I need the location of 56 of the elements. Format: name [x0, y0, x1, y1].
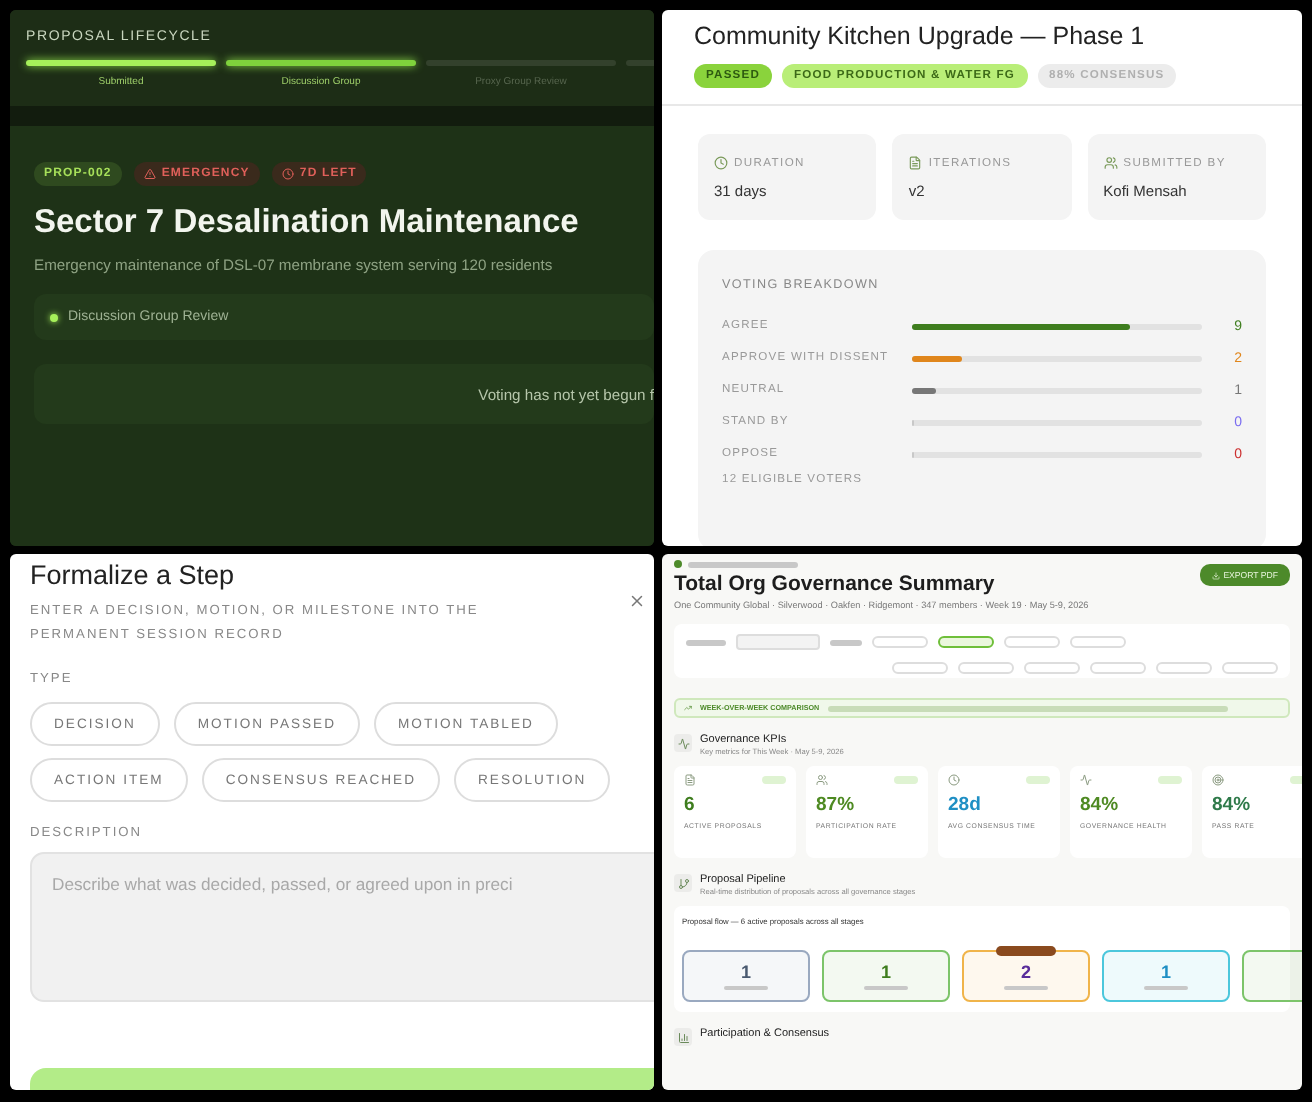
- report-title: Total Org Governance Summary: [674, 572, 997, 596]
- text-line-mark: [688, 561, 798, 567]
- close-button[interactable]: [628, 592, 646, 610]
- close-icon: [628, 592, 646, 610]
- section-icon: [674, 734, 692, 752]
- change-badge: [1026, 776, 1050, 784]
- trend-icon: [684, 704, 692, 712]
- text-line-mark: [864, 986, 908, 990]
- text-line-mark: [1004, 986, 1048, 990]
- category-pill[interactable]: [1090, 662, 1146, 674]
- proposal-title: Community Kitchen Upgrade — Phase 1: [694, 22, 1147, 50]
- text-line-mark: [830, 639, 862, 645]
- change-badge: [1158, 776, 1182, 784]
- category-pill[interactable]: [1156, 662, 1212, 674]
- status-dot: [674, 560, 682, 568]
- kpi-value: 84%: [1080, 794, 1121, 816]
- text-line-mark: [724, 986, 768, 990]
- warning-icon: [143, 168, 156, 180]
- stage-count: 1: [880, 962, 891, 982]
- status-dot: [50, 313, 58, 321]
- change-badge: [894, 776, 918, 784]
- category-pill[interactable]: [892, 662, 948, 674]
- clock-icon: [714, 156, 728, 170]
- category-pill[interactable]: [1024, 662, 1080, 674]
- text-line-mark: [1144, 986, 1188, 990]
- proposal-title: Sector 7 Desalination Maintenance: [34, 204, 581, 242]
- kpi-icon: [948, 774, 960, 786]
- kpi-icon: [1212, 774, 1224, 786]
- download-icon: [1211, 571, 1220, 579]
- period-select[interactable]: [736, 634, 820, 650]
- description-field[interactable]: Describe what was decided, passed, or agreed upon in preci: [30, 852, 654, 1002]
- stage-count: 1: [740, 962, 751, 982]
- text-line-mark: [686, 639, 726, 645]
- people-icon: [1103, 156, 1118, 170]
- document-icon: [908, 156, 923, 170]
- category-pill[interactable]: [1222, 662, 1278, 674]
- category-pill[interactable]: [958, 662, 1014, 674]
- stage-count: 2: [1020, 962, 1031, 982]
- filter-pill[interactable]: [1004, 636, 1060, 648]
- change-badge: [762, 776, 786, 784]
- filter-pill[interactable]: [1070, 636, 1126, 648]
- dialog-title: Formalize a Step: [30, 560, 237, 590]
- clock-icon: [281, 168, 294, 180]
- kpi-icon: [1080, 774, 1092, 786]
- stage-count: 1: [1160, 962, 1171, 982]
- filter-pill[interactable]: [938, 636, 994, 648]
- kpi-value: 84%: [1212, 794, 1253, 816]
- stage-flag: [996, 946, 1056, 956]
- kpi-value: 87%: [816, 794, 857, 816]
- kpi-value: 6: [684, 794, 697, 816]
- section-icon: [674, 1028, 692, 1046]
- kpi-icon: [816, 774, 828, 786]
- filter-pill[interactable]: [872, 636, 928, 648]
- section-icon: [674, 874, 692, 892]
- kpi-icon: [684, 774, 696, 786]
- kpi-value: 28d: [948, 794, 983, 816]
